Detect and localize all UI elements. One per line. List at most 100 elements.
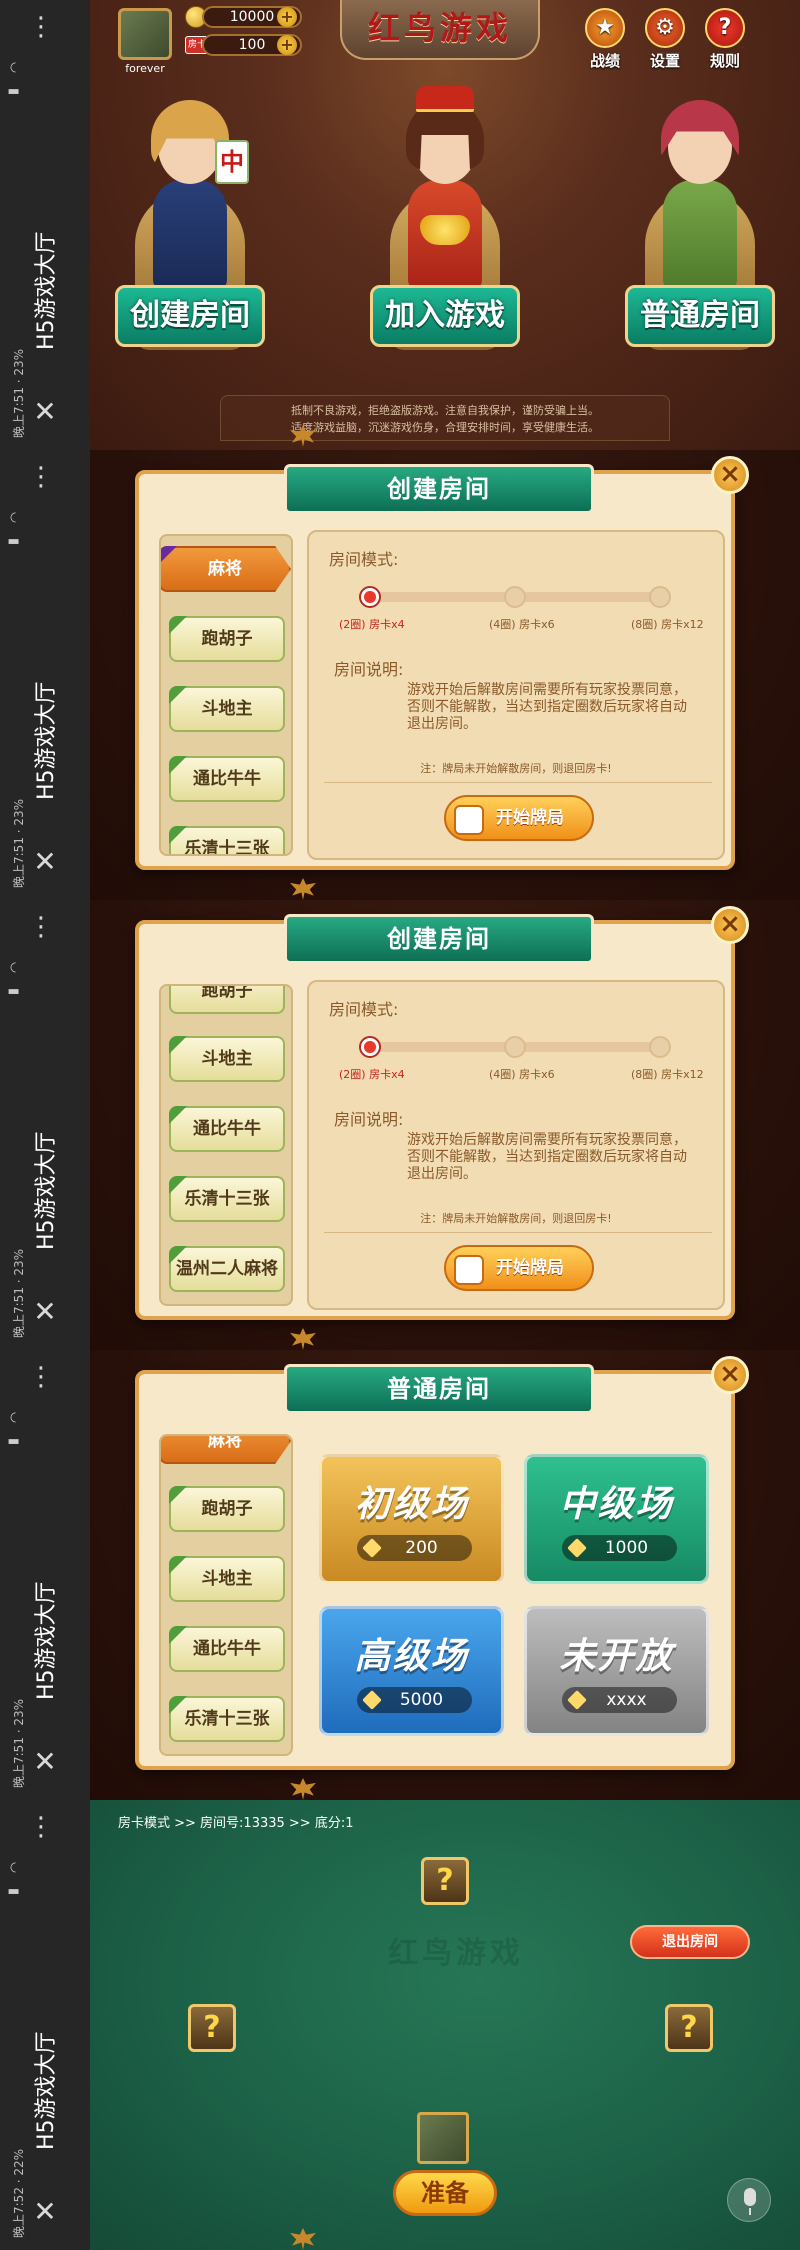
create-room-entry[interactable]: 中 创建房间 xyxy=(115,100,265,370)
mode-knob-8-rounds[interactable] xyxy=(649,586,671,608)
room-info: 房卡模式 >> 房间号:13335 >> 底分:1 xyxy=(118,1816,354,1831)
close-icon[interactable]: ✕ xyxy=(33,2198,56,2226)
question-icon: ? xyxy=(705,8,745,48)
game-type-shisanzhang[interactable]: 乐清十三张 xyxy=(169,1696,285,1742)
game-type-paohuzi[interactable]: 跑胡子 xyxy=(169,1486,285,1532)
menu-dots-icon[interactable]: ⋮ xyxy=(28,464,54,490)
game-type-shisanzhang[interactable]: 乐清十三张 xyxy=(169,826,285,854)
game-type-paohuzi[interactable]: 跑胡子 xyxy=(169,986,285,1014)
mode-option-4[interactable]: (4圈) 房卡x6 xyxy=(489,616,555,632)
avatar[interactable] xyxy=(118,8,172,60)
player-name: forever xyxy=(125,62,165,75)
mode-option-8[interactable]: (8圈) 房卡x12 xyxy=(631,616,704,632)
signal-icon: ▮ xyxy=(6,87,22,96)
empty-seat-left[interactable]: ? xyxy=(188,2004,236,2052)
normal-room-entry[interactable]: 普通房间 xyxy=(625,100,775,370)
normal-room-screen: 普通房间 麻将 跑胡子 斗地主 通比牛牛 乐清十三张 初级场 200 中级场 1… xyxy=(90,1350,800,1800)
empty-seat-top[interactable]: ? xyxy=(421,1857,469,1905)
close-dialog-button[interactable]: × xyxy=(711,906,749,944)
arena-intermediate[interactable]: 中级场 1000 xyxy=(524,1454,709,1584)
add-gold-button[interactable]: + xyxy=(277,7,297,27)
normal-room-label: 普通房间 xyxy=(625,285,775,347)
room-desc-label: 房间说明: xyxy=(334,660,404,679)
join-game-entry[interactable]: 加入游戏 xyxy=(370,86,520,370)
app-title: H5游戏大厅 xyxy=(34,2031,59,2150)
ready-button[interactable]: 准备 xyxy=(393,2170,497,2216)
arena-advanced[interactable]: 高级场 5000 xyxy=(319,1606,504,1736)
start-game-button[interactable]: 开始牌局 xyxy=(444,1245,594,1291)
arena-beginner[interactable]: 初级场 200 xyxy=(319,1454,504,1584)
frame-game-table: ⋮ ◠ ▮ 晚上7:52 · 22% H5游戏大厅 ✕ 房卡模式 >> 房间号:… xyxy=(0,1800,800,2250)
mode-knob-2-rounds[interactable] xyxy=(359,1036,381,1058)
add-room-card-button[interactable]: + xyxy=(277,35,297,55)
app-title: H5游戏大厅 xyxy=(34,681,59,800)
menu-dots-icon[interactable]: ⋮ xyxy=(28,14,54,40)
menu-dots-icon[interactable]: ⋮ xyxy=(28,1364,54,1390)
menu-dots-icon[interactable]: ⋮ xyxy=(28,914,54,940)
start-game-label: 开始牌局 xyxy=(496,808,564,828)
rules-button[interactable]: ? 规则 xyxy=(695,8,755,71)
refund-note: 注：牌局未开始解散房间，则退回房卡! xyxy=(420,762,612,775)
mode-knob-4-rounds[interactable] xyxy=(504,1036,526,1058)
game-type-paohuzi[interactable]: 跑胡子 xyxy=(169,616,285,662)
status-bar: ⋮ ◠ ▮ 晚上7:51 · 23% H5游戏大厅 ✕ xyxy=(0,900,90,1350)
game-type-list[interactable]: 麻将 跑胡子 斗地主 通比牛牛 乐清十三张 xyxy=(159,534,293,856)
create-room-screen: 创建房间 麻将 跑胡子 斗地主 通比牛牛 乐清十三张 房间模式: (2圈) 房卡… xyxy=(90,450,800,900)
create-room-dialog: 创建房间 麻将 跑胡子 斗地主 通比牛牛 乐清十三张 房间模式: (2圈) 房卡… xyxy=(135,464,735,870)
game-type-mahjong[interactable]: 麻将 xyxy=(161,546,291,592)
mode-knob-2-rounds[interactable] xyxy=(359,586,381,608)
frame-create-room-scrolled: ⋮ ◠ ▮ 晚上7:51 · 23% H5游戏大厅 ✕ 创建房间 跑胡子 斗地主… xyxy=(0,900,800,1350)
arena-unavailable[interactable]: 未开放 xxxx xyxy=(524,1606,709,1736)
game-type-niuniu[interactable]: 通比牛牛 xyxy=(169,756,285,802)
game-type-mahjong[interactable]: 麻将 xyxy=(161,1436,291,1464)
arena-entry-value: 5000 xyxy=(357,1687,472,1713)
mode-knob-4-rounds[interactable] xyxy=(504,586,526,608)
signal-icon: ▮ xyxy=(6,537,22,546)
microphone-icon[interactable] xyxy=(727,2178,771,2222)
rules-label: 规则 xyxy=(709,52,740,70)
close-dialog-button[interactable]: × xyxy=(711,1356,749,1394)
dialog-title: 创建房间 xyxy=(284,464,594,514)
game-type-niuniu[interactable]: 通比牛牛 xyxy=(169,1626,285,1672)
close-icon[interactable]: ✕ xyxy=(33,848,56,876)
create-room-dialog: 创建房间 跑胡子 斗地主 通比牛牛 乐清十三张 温州二人麻将 房间模式: (2圈… xyxy=(135,914,735,1320)
game-type-shisanzhang[interactable]: 乐清十三张 xyxy=(169,1176,285,1222)
status-bar: ⋮ ◠ ▮ 晚上7:52 · 22% H5游戏大厅 ✕ xyxy=(0,1800,90,2250)
self-avatar[interactable] xyxy=(417,2112,469,2164)
game-type-list[interactable]: 跑胡子 斗地主 通比牛牛 乐清十三张 温州二人麻将 xyxy=(159,984,293,1306)
close-icon[interactable]: ✕ xyxy=(33,1748,56,1776)
empty-seat-right[interactable]: ? xyxy=(665,2004,713,2052)
records-button[interactable]: ★ 战绩 xyxy=(575,8,635,71)
game-logo: 红鸟游戏 xyxy=(340,0,540,60)
divider xyxy=(324,1232,712,1233)
game-type-doudizhu[interactable]: 斗地主 xyxy=(169,686,285,732)
room-options-panel: 房间模式: (2圈) 房卡x4 (4圈) 房卡x6 (8圈) 房卡x12 房间说… xyxy=(307,530,725,860)
settings-label: 设置 xyxy=(649,52,680,70)
status-bar: ⋮ ◠ ▮ 晚上7:51 · 23% H5游戏大厅 ✕ xyxy=(0,1350,90,1800)
mode-option-8[interactable]: (8圈) 房卡x12 xyxy=(631,1066,704,1082)
close-icon[interactable]: ✕ xyxy=(33,398,56,426)
arena-name: 未开放 xyxy=(559,1636,674,1677)
game-type-niuniu[interactable]: 通比牛牛 xyxy=(169,1106,285,1152)
status-time-battery: 晚上7:52 · 22% xyxy=(12,2148,26,2238)
status-bar: ⋮ ◠ ▮ 晚上7:51 · 23% H5游戏大厅 ✕ xyxy=(0,0,90,450)
close-dialog-button[interactable]: × xyxy=(711,456,749,494)
close-icon[interactable]: ✕ xyxy=(33,1298,56,1326)
wifi-icon: ◠ xyxy=(8,511,24,524)
room-options-panel: 房间模式: (2圈) 房卡x4 (4圈) 房卡x6 (8圈) 房卡x12 房间说… xyxy=(307,980,725,1310)
game-type-doudizhu[interactable]: 斗地主 xyxy=(169,1036,285,1082)
exit-room-button[interactable]: 退出房间 xyxy=(630,1925,750,1959)
mode-knob-8-rounds[interactable] xyxy=(649,1036,671,1058)
start-game-button[interactable]: 开始牌局 xyxy=(444,795,594,841)
frame-lobby: ⋮ ◠ ▮ 晚上7:51 · 23% H5游戏大厅 ✕ forever 1000… xyxy=(0,0,800,450)
settings-button[interactable]: ⚙ 设置 xyxy=(635,8,695,71)
game-type-wenzhou-mahjong[interactable]: 温州二人麻将 xyxy=(169,1246,285,1292)
mode-option-2[interactable]: (2圈) 房卡x4 xyxy=(339,616,405,632)
mode-option-2[interactable]: (2圈) 房卡x4 xyxy=(339,1066,405,1082)
frame-normal-room: ⋮ ◠ ▮ 晚上7:51 · 23% H5游戏大厅 ✕ 普通房间 麻将 跑胡子 … xyxy=(0,1350,800,1800)
mode-option-4[interactable]: (4圈) 房卡x6 xyxy=(489,1066,555,1082)
game-type-list[interactable]: 麻将 跑胡子 斗地主 通比牛牛 乐清十三张 xyxy=(159,1434,293,1756)
status-time-battery: 晚上7:51 · 23% xyxy=(12,1698,26,1788)
game-type-doudizhu[interactable]: 斗地主 xyxy=(169,1556,285,1602)
menu-dots-icon[interactable]: ⋮ xyxy=(28,1814,54,1840)
